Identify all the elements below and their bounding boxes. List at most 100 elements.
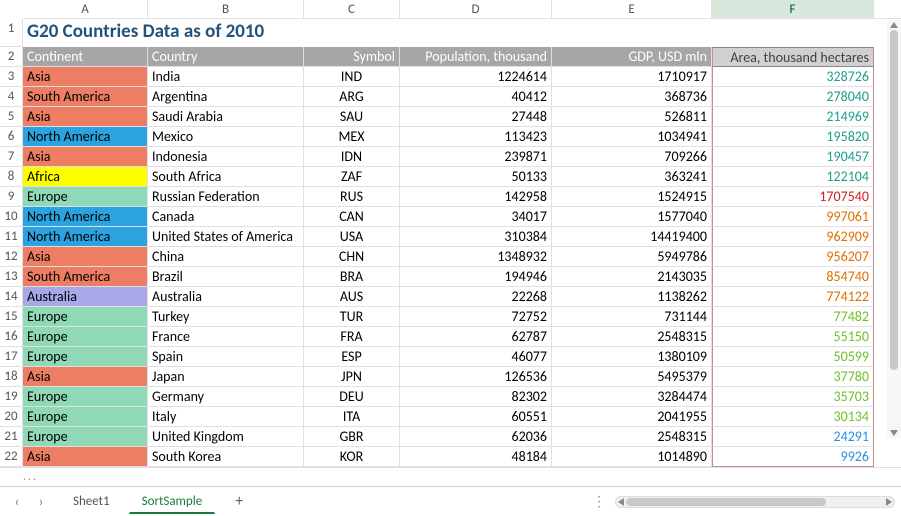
cell-country[interactable]: Turkey xyxy=(148,307,304,327)
cell-country[interactable]: Germany xyxy=(148,387,304,407)
cell-population[interactable]: 126536 xyxy=(400,367,552,387)
cell-area[interactable]: 774122 xyxy=(712,287,874,307)
cell-gdp[interactable]: 1014890 xyxy=(552,447,712,467)
cell-gdp[interactable]: 3284474 xyxy=(552,387,712,407)
cell-symbol[interactable]: USA xyxy=(304,227,400,247)
cell-area[interactable]: 1707540 xyxy=(712,187,874,207)
cell-continent[interactable]: Asia xyxy=(23,367,148,387)
cell-country[interactable]: Russian Federation xyxy=(148,187,304,207)
cell-population[interactable]: 40412 xyxy=(400,87,552,107)
cell-area[interactable]: 190457 xyxy=(712,147,874,167)
cell-area[interactable]: 30134 xyxy=(712,407,874,427)
cell-area[interactable]: 214969 xyxy=(712,107,874,127)
cell-symbol[interactable]: ITA xyxy=(304,407,400,427)
cell-country[interactable]: Japan xyxy=(148,367,304,387)
cell-country[interactable]: France xyxy=(148,327,304,347)
cell-country[interactable]: United States of America xyxy=(148,227,304,247)
cell-continent[interactable]: South America xyxy=(23,87,148,107)
cell-continent[interactable]: Europe xyxy=(23,387,148,407)
cell-area[interactable]: 962909 xyxy=(712,227,874,247)
cell-continent[interactable]: Europe xyxy=(23,187,148,207)
cell-symbol[interactable]: GBR xyxy=(304,427,400,447)
row-label[interactable]: 6 xyxy=(0,127,23,147)
cell-symbol[interactable]: DEU xyxy=(304,387,400,407)
cell-continent[interactable]: Asia xyxy=(23,247,148,267)
cell-symbol[interactable]: TUR xyxy=(304,307,400,327)
row-label[interactable]: 18 xyxy=(0,367,23,387)
cell-country[interactable]: Indonesia xyxy=(148,147,304,167)
cell-gdp[interactable]: 363241 xyxy=(552,167,712,187)
cell-area[interactable]: 997061 xyxy=(712,207,874,227)
cell-gdp[interactable]: 526811 xyxy=(552,107,712,127)
cell-gdp[interactable]: 1380109 xyxy=(552,347,712,367)
cell-continent[interactable]: Europe xyxy=(23,347,148,367)
cell-area[interactable]: 37780 xyxy=(712,367,874,387)
header-gdp[interactable]: GDP, USD mln xyxy=(552,47,712,67)
cell-country[interactable]: Mexico xyxy=(148,127,304,147)
cell-continent[interactable]: Europe xyxy=(23,427,148,447)
cell-continent[interactable]: North America xyxy=(23,207,148,227)
cell-area[interactable]: 854740 xyxy=(712,267,874,287)
cell-continent[interactable]: Asia xyxy=(23,107,148,127)
cell-population[interactable]: 46077 xyxy=(400,347,552,367)
cell-continent[interactable]: Africa xyxy=(23,167,148,187)
cell-area[interactable]: 55150 xyxy=(712,327,874,347)
cell-population[interactable]: 50133 xyxy=(400,167,552,187)
cell-symbol[interactable]: IND xyxy=(304,67,400,87)
cell-population[interactable]: 27448 xyxy=(400,107,552,127)
cell-country[interactable]: Argentina xyxy=(148,87,304,107)
cell-gdp[interactable]: 14419400 xyxy=(552,227,712,247)
cell-population[interactable]: 22268 xyxy=(400,287,552,307)
scroll-down-icon[interactable] xyxy=(890,430,898,436)
row-label[interactable]: 2 xyxy=(0,47,23,67)
header-population[interactable]: Population, thousand xyxy=(400,47,552,67)
cell-area[interactable]: 278040 xyxy=(712,87,874,107)
cell-symbol[interactable]: FRA xyxy=(304,327,400,347)
scroll-up-icon[interactable] xyxy=(890,22,898,28)
scroll-thumb[interactable] xyxy=(626,498,826,506)
next-sheet-button[interactable]: › xyxy=(30,491,52,513)
row-label[interactable]: 11 xyxy=(0,227,23,247)
cell-gdp[interactable]: 2143035 xyxy=(552,267,712,287)
column-header-E[interactable]: E xyxy=(552,0,712,18)
cell-symbol[interactable]: RUS xyxy=(304,187,400,207)
cell-symbol[interactable]: KOR xyxy=(304,447,400,467)
cell-continent[interactable]: Europe xyxy=(23,307,148,327)
cell-population[interactable]: 72752 xyxy=(400,307,552,327)
cell-country[interactable]: South Africa xyxy=(148,167,304,187)
cell-population[interactable]: 239871 xyxy=(400,147,552,167)
cell-symbol[interactable]: BRA xyxy=(304,267,400,287)
cell-gdp[interactable]: 2041955 xyxy=(552,407,712,427)
cell-symbol[interactable]: MEX xyxy=(304,127,400,147)
cell-gdp[interactable]: 368736 xyxy=(552,87,712,107)
cell-area[interactable]: 956207 xyxy=(712,247,874,267)
cell-gdp[interactable]: 1524915 xyxy=(552,187,712,207)
scroll-right-icon[interactable] xyxy=(886,498,892,506)
row-label[interactable]: 16 xyxy=(0,327,23,347)
cell-continent[interactable]: Europe xyxy=(23,327,148,347)
row-label[interactable]: 15 xyxy=(0,307,23,327)
cell-country[interactable]: United Kingdom xyxy=(148,427,304,447)
cell-population[interactable]: 60551 xyxy=(400,407,552,427)
cell-symbol[interactable]: ZAF xyxy=(304,167,400,187)
row-label[interactable]: 5 xyxy=(0,107,23,127)
cell-symbol[interactable]: ESP xyxy=(304,347,400,367)
cell-area[interactable]: 9926 xyxy=(712,447,874,467)
cell-continent[interactable]: Asia xyxy=(23,447,148,467)
cell-symbol[interactable]: ARG xyxy=(304,87,400,107)
cell-gdp[interactable]: 1710917 xyxy=(552,67,712,87)
header-area[interactable]: Area, thousand hectares xyxy=(712,47,874,67)
cell-country[interactable]: Saudi Arabia xyxy=(148,107,304,127)
header-symbol[interactable]: Symbol xyxy=(304,47,400,67)
header-country[interactable]: Country xyxy=(148,47,304,67)
cell-population[interactable]: 1224614 xyxy=(400,67,552,87)
page-title[interactable]: G20 Countries Data as of 2010 xyxy=(23,19,874,47)
cell-area[interactable]: 122104 xyxy=(712,167,874,187)
cell-symbol[interactable]: CHN xyxy=(304,247,400,267)
cell-gdp[interactable]: 1034941 xyxy=(552,127,712,147)
column-header-B[interactable]: B xyxy=(148,0,304,18)
horizontal-scrollbar[interactable] xyxy=(615,496,895,508)
cell-population[interactable]: 34017 xyxy=(400,207,552,227)
sheet-tab[interactable]: SortSample xyxy=(129,490,216,514)
row-label[interactable]: 8 xyxy=(0,167,23,187)
